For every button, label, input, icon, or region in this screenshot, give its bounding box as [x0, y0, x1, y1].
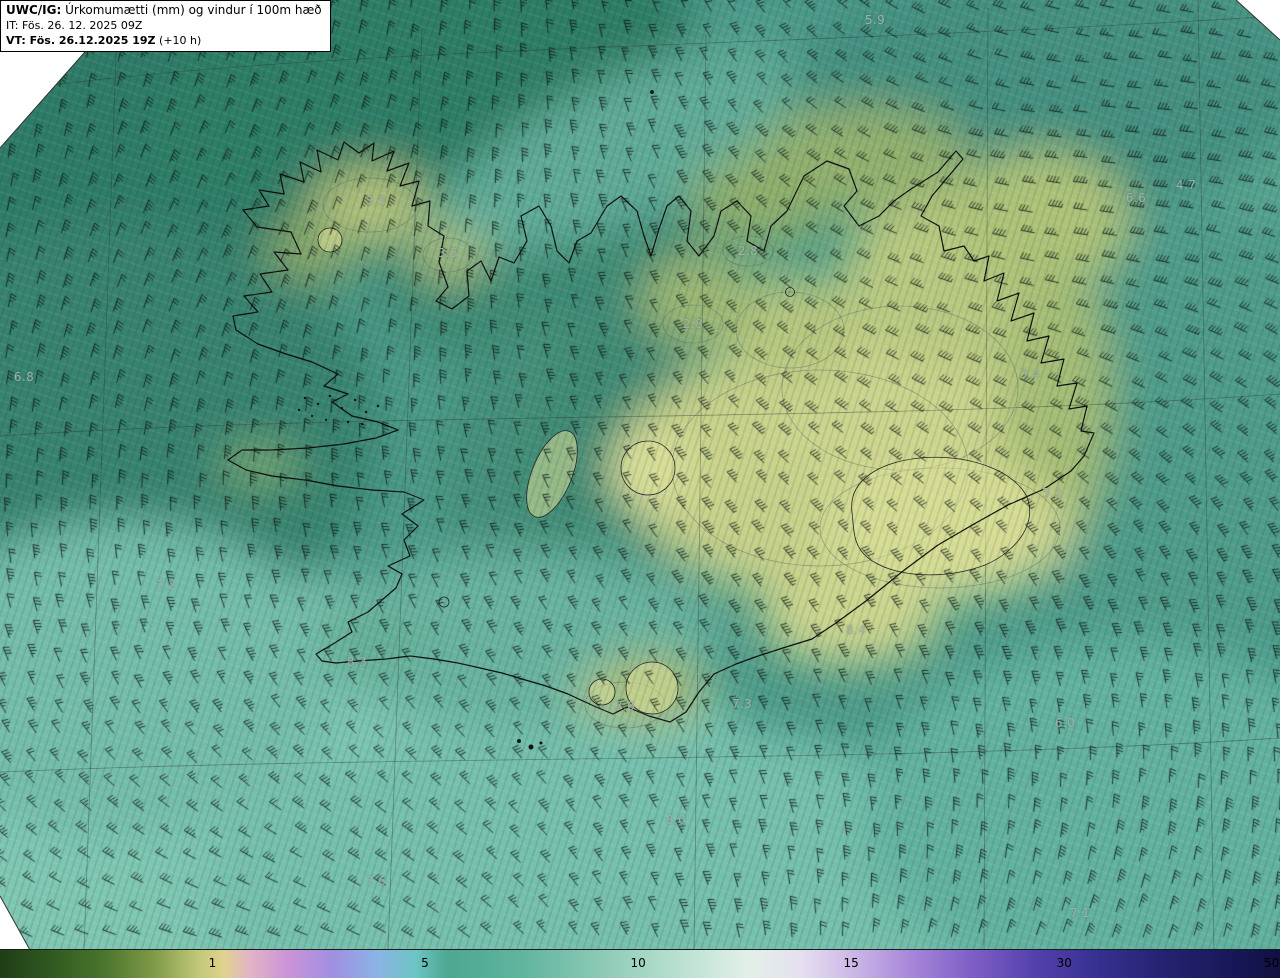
colorbar-tick-label: 10: [630, 956, 646, 970]
map-title-line: UWC/IG: Úrkomumætti (mm) og vindur í 100…: [6, 3, 322, 18]
weather-map-page: 5.9 4.7 6.6 3.5 3.5 2.8 2.8 6.8 3.4 5.2 7.2 8.4 8.3 3…: [0, 0, 1280, 978]
product-code: UWC/IG:: [6, 3, 62, 17]
colorbar-tick-label: 5: [421, 956, 429, 970]
valid-time: VT: Fös. 26.12.2025 19Z (+10 h): [6, 34, 202, 47]
colorbar-tick-label: 15: [843, 956, 859, 970]
wind-barb-layer: [0, 0, 1280, 950]
colorbar-tick-label: 1: [208, 956, 217, 970]
colorbar-tick-label: 30: [1056, 956, 1072, 970]
title-box: UWC/IG: Úrkomumætti (mm) og vindur í 100…: [0, 0, 331, 52]
init-time: IT: Fös. 26. 12. 2025 09Z: [6, 19, 143, 32]
colorbar: 1 5 10 15 30 50: [0, 949, 1280, 978]
map-title: Úrkomumætti (mm) og vindur í 100m hæð: [61, 3, 322, 17]
colorbar-tick-label: 50: [1264, 956, 1280, 970]
